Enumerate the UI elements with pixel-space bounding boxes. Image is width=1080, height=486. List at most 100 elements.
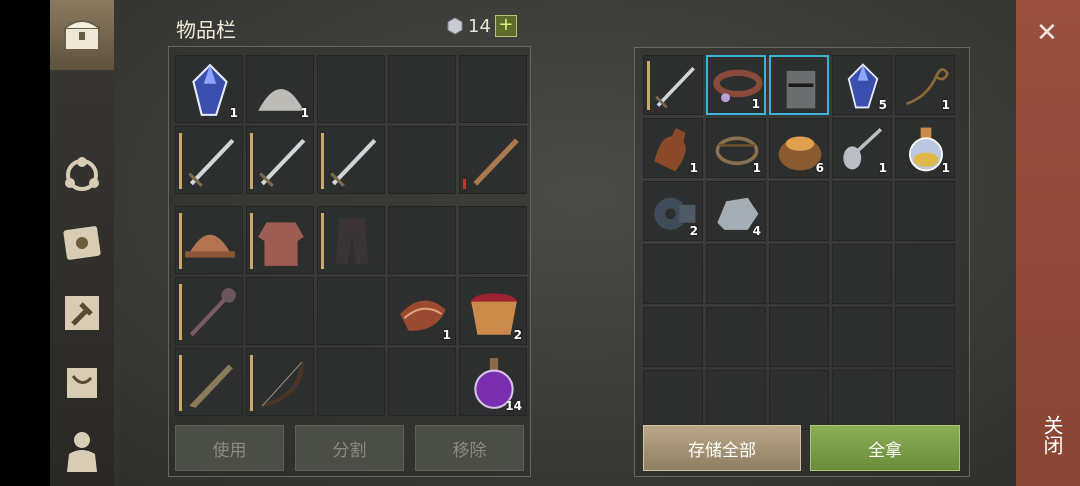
store-all-button[interactable]: 存储全部 <box>643 425 801 471</box>
container-slot[interactable]: 1 <box>706 118 766 178</box>
sword-icon <box>259 138 306 187</box>
container-slot[interactable] <box>643 244 703 304</box>
container-slot[interactable]: 6 <box>769 118 829 178</box>
helmet-icon <box>185 234 235 258</box>
container-slot[interactable] <box>832 244 892 304</box>
inventory-slot[interactable] <box>175 348 243 416</box>
inventory-slot[interactable] <box>317 206 385 274</box>
remove-button[interactable]: 移除 <box>415 425 524 471</box>
item-count: 1 <box>689 161 698 175</box>
item-count: 1 <box>941 98 950 112</box>
container-slot[interactable] <box>832 370 892 430</box>
container-slot[interactable] <box>895 181 955 241</box>
container-slot[interactable] <box>769 55 829 115</box>
container-slot[interactable]: 2 <box>643 181 703 241</box>
item-count: 6 <box>815 161 824 175</box>
inventory-slot[interactable] <box>246 126 314 194</box>
container-slot[interactable] <box>832 307 892 367</box>
inventory-slot[interactable] <box>175 126 243 194</box>
sidebar-tab-inventory[interactable] <box>50 0 114 70</box>
blade-icon <box>189 364 233 408</box>
inventory-slot[interactable] <box>246 348 314 416</box>
item-count: 1 <box>752 161 761 175</box>
sidebar-tab-map[interactable] <box>50 348 114 418</box>
close-icon[interactable]: ✕ <box>1036 18 1058 48</box>
inventory-slot[interactable] <box>317 55 385 123</box>
container-slot[interactable]: 4 <box>706 181 766 241</box>
scroll-icon <box>67 368 97 398</box>
inventory-slot[interactable]: 14 <box>459 348 527 416</box>
gem-icon <box>447 17 463 35</box>
container-slot[interactable] <box>895 370 955 430</box>
item-count: 2 <box>513 328 522 342</box>
durability-bar <box>321 213 324 269</box>
container-slot[interactable]: 1 <box>832 118 892 178</box>
container-slot[interactable] <box>769 370 829 430</box>
item-count: 5 <box>878 98 887 112</box>
inventory-slot[interactable] <box>317 348 385 416</box>
inventory-grid-top: 11 <box>175 55 527 194</box>
sidebar-tab-skills[interactable] <box>50 208 114 278</box>
container-slot[interactable]: 1 <box>895 55 955 115</box>
trousers-icon <box>335 218 369 264</box>
container-slot[interactable] <box>643 307 703 367</box>
inventory-slot[interactable]: 2 <box>459 277 527 345</box>
inventory-slot[interactable]: 1 <box>246 55 314 123</box>
use-button[interactable]: 使用 <box>175 425 284 471</box>
container-slot[interactable] <box>895 307 955 367</box>
inventory-slot[interactable] <box>388 126 456 194</box>
container-slot[interactable] <box>643 55 703 115</box>
inventory-slot[interactable] <box>459 55 527 123</box>
item-count: 1 <box>941 161 950 175</box>
container-slot[interactable] <box>895 244 955 304</box>
split-button[interactable]: 分割 <box>295 425 404 471</box>
sword-icon <box>330 138 377 187</box>
container-slot[interactable] <box>706 244 766 304</box>
close-panel[interactable]: ✕ 关闭 <box>1016 0 1080 486</box>
inventory-slot[interactable] <box>175 206 243 274</box>
knight-helmet-icon <box>786 70 816 109</box>
inventory-slot[interactable] <box>388 55 456 123</box>
sidebar-tab-crafting[interactable] <box>50 140 114 210</box>
inventory-slot[interactable] <box>246 206 314 274</box>
inventory-slot[interactable] <box>459 126 527 194</box>
container-slot[interactable] <box>643 370 703 430</box>
inventory-slot[interactable] <box>459 206 527 274</box>
durability-bar <box>647 61 650 110</box>
container-slot[interactable] <box>706 370 766 430</box>
container-grid: 1511161124 <box>643 55 955 430</box>
durability-bar <box>179 133 182 189</box>
durability-bar <box>250 213 253 269</box>
container-slot[interactable] <box>769 244 829 304</box>
durability-bar <box>179 355 182 411</box>
hammer-icon <box>65 296 99 330</box>
durability-bar <box>250 355 253 411</box>
take-all-button[interactable]: 全拿 <box>810 425 960 471</box>
container-slot[interactable] <box>769 181 829 241</box>
inventory-slot[interactable] <box>317 277 385 345</box>
item-count: 1 <box>442 328 451 342</box>
container-slot[interactable] <box>706 307 766 367</box>
sidebar-tab-building[interactable] <box>50 278 114 348</box>
container-slot[interactable]: 1 <box>706 55 766 115</box>
item-count: 14 <box>505 399 522 413</box>
gem-count-value: 14 <box>468 15 491 37</box>
inventory-slot[interactable]: 1 <box>388 277 456 345</box>
container-slot[interactable] <box>832 181 892 241</box>
container-slot[interactable] <box>769 307 829 367</box>
chainmail-icon <box>258 222 304 266</box>
add-gems-button[interactable]: + <box>494 15 517 37</box>
inventory-slot[interactable] <box>175 277 243 345</box>
container-slot[interactable]: 1 <box>895 118 955 178</box>
inventory-slot[interactable] <box>246 277 314 345</box>
inventory-slot[interactable] <box>388 348 456 416</box>
inventory-slot[interactable]: 1 <box>175 55 243 123</box>
character-icon <box>67 432 97 472</box>
inventory-slot[interactable] <box>317 126 385 194</box>
container-slot[interactable]: 5 <box>832 55 892 115</box>
inventory-slot[interactable] <box>388 206 456 274</box>
item-count: 1 <box>300 106 309 120</box>
container-slot[interactable]: 1 <box>643 118 703 178</box>
durability-bar <box>321 133 324 189</box>
sidebar-tab-character[interactable] <box>50 416 114 486</box>
